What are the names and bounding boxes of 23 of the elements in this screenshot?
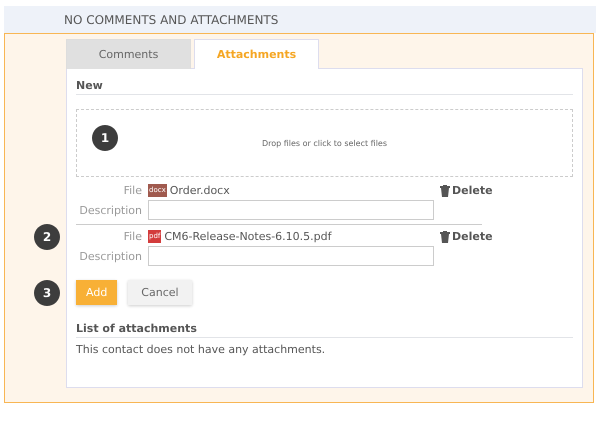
step-badge: 3 — [34, 280, 60, 306]
description-label: Description — [78, 204, 142, 216]
file-label: File — [122, 184, 142, 197]
file-name: Order.docx — [170, 184, 230, 197]
description-field[interactable] — [148, 246, 434, 266]
trash-icon — [440, 230, 450, 242]
tab[interactable]: Comments — [66, 39, 191, 69]
step-badge: 1 — [92, 125, 118, 151]
description-label: Description — [78, 250, 142, 262]
step-badge: 2 — [34, 224, 60, 250]
dropzone-text: Drop files or click to select files — [262, 138, 388, 148]
delete-button[interactable]: Delete — [440, 230, 493, 243]
empty-message: This contact does not have any attachments. — [76, 343, 326, 356]
trash-icon — [440, 184, 450, 196]
section-title: NO COMMENTS AND ATTACHMENTS — [64, 12, 278, 26]
cancel-button[interactable]: Cancel — [128, 280, 192, 305]
file-label: File — [122, 230, 142, 243]
description-field[interactable] — [148, 200, 434, 220]
section-heading: List of attachments — [76, 322, 573, 338]
dropzone[interactable]: 1 Drop files or click to select files — [76, 109, 573, 177]
file-name: CM6-Release-Notes-6.10.5.pdf — [164, 230, 332, 243]
section-heading: New — [76, 79, 573, 95]
delete-button[interactable]: Delete — [440, 184, 493, 197]
